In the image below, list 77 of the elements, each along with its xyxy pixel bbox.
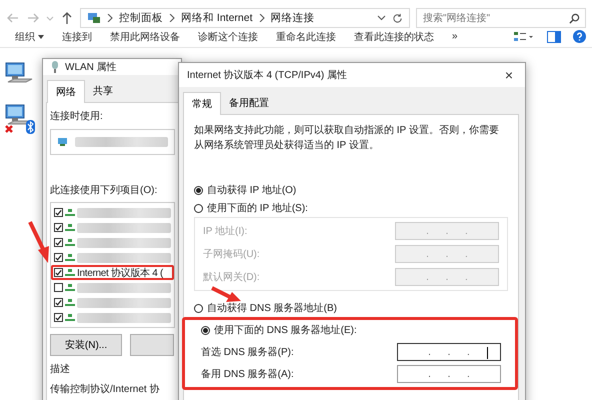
breadcrumb[interactable]: 网络连接 bbox=[270, 11, 315, 25]
dropdown-caret-icon[interactable] bbox=[377, 15, 386, 21]
protocol-icon bbox=[65, 314, 75, 322]
help-icon[interactable] bbox=[573, 30, 586, 43]
field-label: 默认网关(D): bbox=[203, 270, 260, 284]
address-bar[interactable]: 控制面板 网络和 Internet 网络连接 bbox=[80, 8, 410, 28]
list-item[interactable] bbox=[51, 250, 174, 265]
section-label: 描述 bbox=[50, 362, 71, 376]
view-options-icon[interactable] bbox=[513, 30, 535, 42]
pointer-arrow bbox=[28, 221, 49, 263]
more-button[interactable]: » bbox=[443, 29, 467, 44]
breadcrumb[interactable]: 网络和 Internet bbox=[181, 11, 253, 25]
radio-label[interactable]: 自动获得 DNS 服务器地址(B) bbox=[207, 301, 337, 315]
search-field[interactable]: 搜索"网络连接" bbox=[416, 8, 586, 28]
toolbar-button[interactable]: 重命名此连接 bbox=[267, 28, 345, 46]
network-adapter-icon bbox=[57, 137, 69, 147]
radio-button[interactable] bbox=[201, 326, 210, 334]
field-label: 备用 DNS 服务器(A): bbox=[201, 368, 294, 381]
toolbar-button[interactable]: 连接到 bbox=[53, 28, 101, 46]
up-arrow-icon[interactable] bbox=[60, 11, 74, 25]
protocol-icon bbox=[65, 238, 75, 246]
field-label: IP 地址(I): bbox=[203, 224, 248, 238]
checkbox[interactable] bbox=[54, 313, 63, 322]
field-label: 首选 DNS 服务器(P): bbox=[201, 346, 294, 359]
protocol-icon bbox=[65, 224, 75, 232]
checkbox[interactable] bbox=[54, 253, 63, 262]
toolbar-button[interactable]: 禁用此网络设备 bbox=[101, 28, 189, 46]
ip-address-field[interactable]: . . . bbox=[397, 365, 501, 383]
checkbox[interactable] bbox=[54, 283, 63, 292]
close-button[interactable]: × bbox=[500, 67, 517, 83]
list-item[interactable] bbox=[51, 310, 174, 325]
window-title: Internet 协议版本 4 (TCP/IPv4) 属性 bbox=[187, 68, 348, 82]
search-icon[interactable] bbox=[569, 13, 580, 24]
radio-button[interactable] bbox=[194, 204, 203, 212]
breadcrumb[interactable]: 控制面板 bbox=[119, 11, 163, 25]
protocol-icon bbox=[65, 284, 75, 292]
checkbox[interactable] bbox=[54, 238, 63, 247]
radio-label[interactable]: 使用下面的 IP 地址(S): bbox=[207, 201, 308, 215]
toolbar-button[interactable]: 诊断这个连接 bbox=[189, 28, 267, 46]
toolbar-menu[interactable]: 组织 bbox=[6, 28, 53, 46]
chevron-icon bbox=[107, 14, 113, 22]
protocol-icon bbox=[65, 298, 75, 306]
tab[interactable]: 网络 bbox=[47, 80, 85, 103]
radio-label[interactable]: 自动获得 IP 地址(O) bbox=[207, 183, 296, 197]
protocol-icon bbox=[65, 254, 75, 262]
preview-pane-icon[interactable] bbox=[547, 30, 561, 42]
protocol-icon bbox=[65, 208, 75, 216]
intro-text: 如果网络支持此功能，则可以获取自动指派的 IP 设置。否则，你需要从网络系统管理员处获得适当的 IP 设置。 bbox=[194, 124, 500, 153]
radio-button[interactable] bbox=[194, 186, 203, 194]
protocol-icon bbox=[65, 268, 75, 276]
description-text: 传输控制协议/Internet 协 bbox=[50, 382, 160, 396]
disconnected-network-icon[interactable] bbox=[4, 102, 36, 134]
list-item[interactable] bbox=[51, 220, 174, 235]
list-item[interactable] bbox=[51, 235, 174, 250]
checkbox[interactable] bbox=[54, 268, 63, 277]
checkbox[interactable] bbox=[54, 208, 63, 217]
ip-address-field[interactable]: . . . bbox=[397, 343, 501, 361]
item-label: Internet 协议版本 4 ( bbox=[77, 266, 164, 280]
toolbar-button[interactable]: 查看此连接的状态 bbox=[345, 28, 443, 46]
refresh-icon[interactable] bbox=[392, 12, 403, 24]
list-item[interactable] bbox=[51, 295, 174, 310]
pointer-arrow bbox=[211, 286, 241, 302]
section-label: 此连接使用下列项目(O): bbox=[50, 184, 158, 197]
checkbox[interactable] bbox=[54, 298, 63, 307]
highlighted-list-item[interactable]: Internet 协议版本 4 ( bbox=[51, 265, 174, 280]
field-label: 子网掩码(U): bbox=[203, 248, 260, 261]
window-title: WLAN 属性 bbox=[65, 60, 117, 74]
checkbox[interactable] bbox=[54, 223, 63, 232]
section-label: 连接时使用: bbox=[50, 110, 104, 123]
dropdown-caret-icon bbox=[38, 34, 44, 38]
chevron-icon bbox=[258, 14, 265, 22]
chevron-icon bbox=[169, 14, 175, 22]
tab[interactable]: 常规 bbox=[183, 92, 221, 115]
radio-button[interactable] bbox=[194, 304, 203, 312]
list-item[interactable] bbox=[51, 205, 174, 220]
radio-label[interactable]: 使用下面的 DNS 服务器地址(E): bbox=[214, 323, 357, 337]
install-button[interactable]: 安装(N)... bbox=[50, 334, 122, 356]
